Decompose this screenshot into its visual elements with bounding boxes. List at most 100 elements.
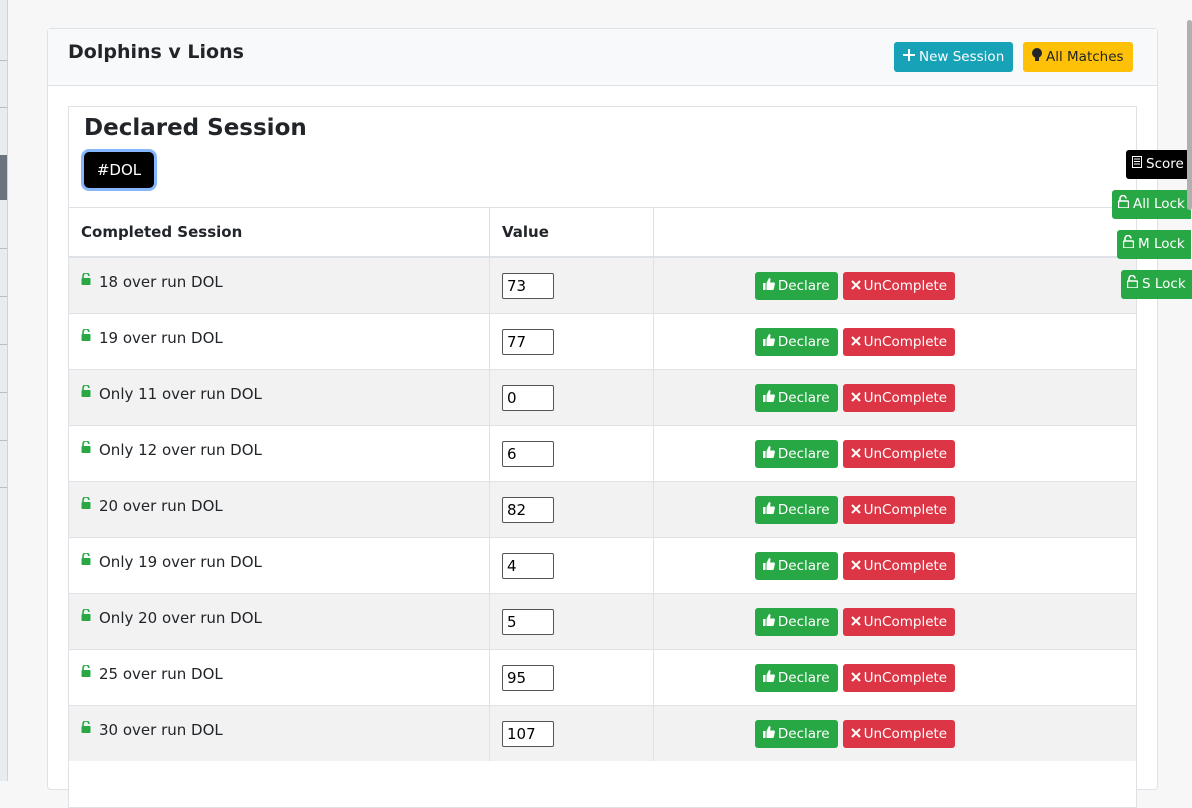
thumbs-up-icon [762,496,775,524]
session-name-cell: Only 11 over run DOL [69,369,490,426]
match-card: Dolphins v Lions New Session All Matches… [47,28,1158,808]
session-name: 20 over run DOL [99,496,223,515]
team-tag-button[interactable]: #DOL [84,152,154,188]
unlock-icon [81,608,91,621]
m-lock-label: M Lock [1138,236,1185,252]
sidebar-segment[interactable] [0,200,7,249]
session-value-input[interactable] [502,664,554,691]
value-cell [489,705,654,761]
table-row: 30 over run DOL Declare UnComplete [69,705,1136,761]
sidebar-segment[interactable] [0,440,7,488]
actions-cell: Declare UnComplete [653,537,1136,594]
session-name: 18 over run DOL [99,272,223,291]
uncomplete-label: UnComplete [863,501,948,518]
declare-button[interactable]: Declare [754,327,838,356]
document-icon [1132,150,1142,179]
all-matches-button[interactable]: All Matches [1023,42,1133,72]
session-value-input[interactable] [502,328,554,355]
value-cell [489,369,654,426]
sidebar-segment[interactable] [0,60,7,108]
value-cell [489,537,654,594]
session-name-cell: Only 20 over run DOL [69,593,490,650]
value-cell [489,481,654,538]
score-button[interactable]: Score [1126,150,1190,179]
session-name-cell: 20 over run DOL [69,481,490,538]
all-lock-button[interactable]: All Lock [1112,190,1191,219]
uncomplete-button[interactable]: UnComplete [842,719,956,748]
thumbs-up-icon [762,664,775,692]
sidebar-segment[interactable] [0,392,7,441]
declare-label: Declare [777,669,830,686]
sidebar-segment[interactable] [0,248,7,297]
declare-button[interactable]: Declare [754,607,838,636]
table-row: 19 over run DOL Declare UnComplete [69,313,1136,370]
sidebar-segment[interactable] [0,107,7,156]
session-value-input[interactable] [502,552,554,579]
table-row: Only 12 over run DOL Declare UnComplete [69,425,1136,482]
session-value-input[interactable] [502,272,554,299]
session-value-input[interactable] [502,440,554,467]
close-icon [850,720,861,748]
actions-cell: Declare UnComplete [653,593,1136,650]
actions-cell: Declare UnComplete [653,705,1136,761]
uncomplete-button[interactable]: UnComplete [842,663,956,692]
uncomplete-button[interactable]: UnComplete [842,383,956,412]
session-name: Only 19 over run DOL [99,552,262,571]
score-label: Score [1146,156,1184,172]
unlock-icon [81,496,91,509]
declare-button[interactable]: Declare [754,271,838,300]
actions-cell: Declare UnComplete [653,481,1136,538]
uncomplete-label: UnComplete [863,613,948,630]
declare-button[interactable]: Declare [754,439,838,468]
thumbs-up-icon [762,552,775,580]
uncomplete-label: UnComplete [863,725,948,742]
table-row: 25 over run DOL Declare UnComplete [69,649,1136,706]
unlock-icon [81,720,91,733]
sidebar-active-segment[interactable] [0,155,7,200]
session-name-cell: 25 over run DOL [69,649,490,706]
uncomplete-button[interactable]: UnComplete [842,271,956,300]
uncomplete-label: UnComplete [863,557,948,574]
close-icon [850,552,861,580]
sidebar-segment[interactable] [0,296,7,345]
session-name-cell: 18 over run DOL [69,256,490,314]
declare-label: Declare [777,501,830,518]
uncomplete-button[interactable]: UnComplete [842,439,956,468]
scrollbar[interactable] [1187,20,1192,210]
uncomplete-button[interactable]: UnComplete [842,551,956,580]
session-name-cell: 19 over run DOL [69,313,490,370]
m-lock-button[interactable]: M Lock [1117,230,1191,259]
session-value-input[interactable] [502,608,554,635]
thumbs-up-icon [762,608,775,636]
declare-button[interactable]: Declare [754,495,838,524]
session-value-input[interactable] [502,384,554,411]
sidebar-segment[interactable] [0,344,7,393]
uncomplete-label: UnComplete [863,277,948,294]
declare-label: Declare [777,613,830,630]
declare-label: Declare [777,557,830,574]
session-name: Only 11 over run DOL [99,384,262,403]
session-name-cell: Only 12 over run DOL [69,425,490,482]
s-lock-button[interactable]: S Lock [1121,270,1192,299]
table-row: Only 11 over run DOL Declare UnComplete [69,369,1136,426]
session-name: 19 over run DOL [99,328,223,347]
session-value-input[interactable] [502,720,554,747]
declare-button[interactable]: Declare [754,719,838,748]
new-session-button[interactable]: New Session [894,42,1014,72]
declare-button[interactable]: Declare [754,551,838,580]
session-name: 30 over run DOL [99,720,223,739]
close-icon [850,272,861,300]
card-header: Dolphins v Lions New Session All Matches [48,29,1157,86]
uncomplete-button[interactable]: UnComplete [842,327,956,356]
uncomplete-button[interactable]: UnComplete [842,607,956,636]
uncomplete-button[interactable]: UnComplete [842,495,956,524]
value-cell [489,313,654,370]
declare-button[interactable]: Declare [754,663,838,692]
declare-button[interactable]: Declare [754,383,838,412]
column-header: Value [489,207,654,258]
actions-cell: Declare UnComplete [653,369,1136,426]
plus-icon [903,42,915,72]
all-matches-label: All Matches [1046,49,1124,65]
sidebar-segment[interactable] [0,0,7,61]
session-value-input[interactable] [502,496,554,523]
